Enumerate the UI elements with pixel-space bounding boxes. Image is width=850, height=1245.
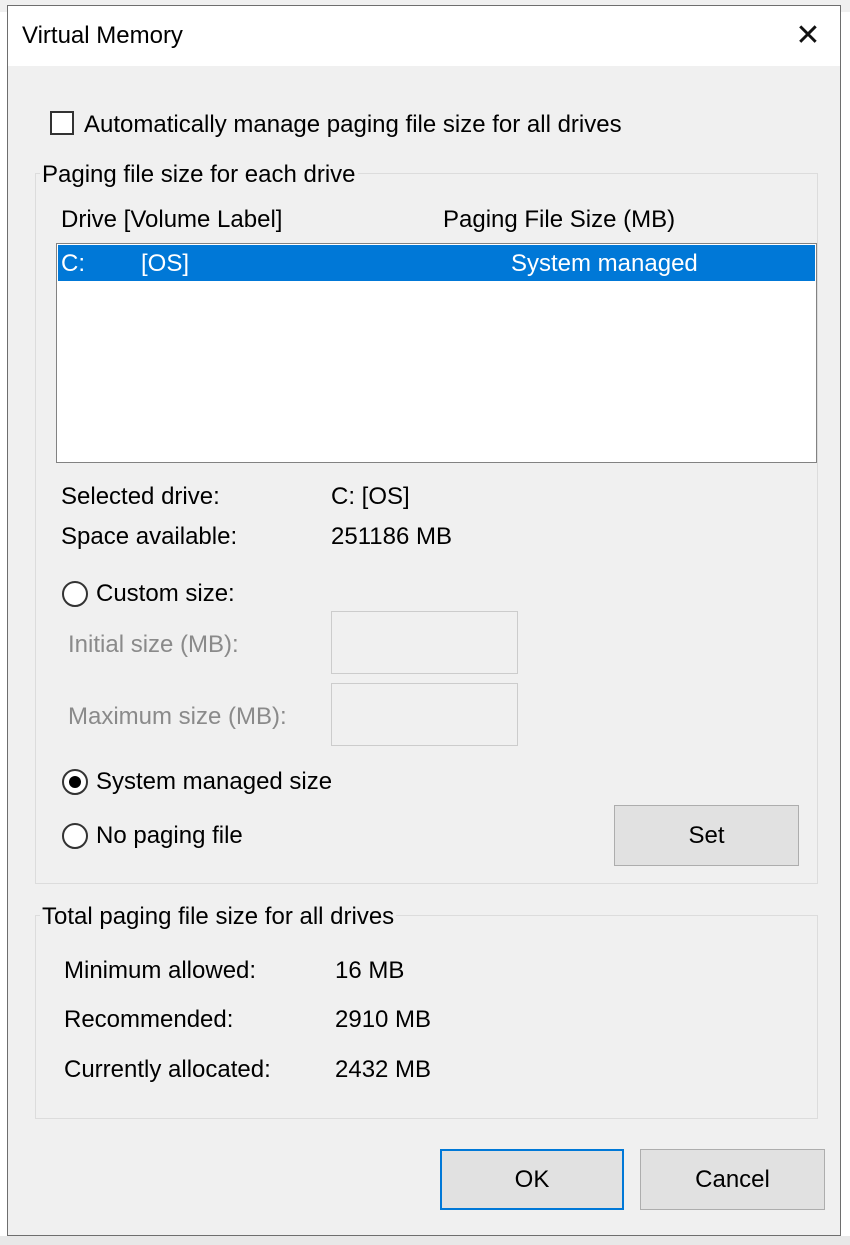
radio-selected-dot (69, 776, 81, 788)
auto-manage-label[interactable]: Automatically manage paging file size fo… (84, 111, 622, 139)
initial-size-label: Initial size (MB): (68, 631, 239, 658)
system-managed-label[interactable]: System managed size (96, 768, 332, 796)
minimum-allowed-value: 16 MB (335, 957, 405, 984)
recommended-label: Recommended: (64, 1006, 234, 1033)
currently-allocated-value: 2432 MB (335, 1056, 432, 1083)
paging-file-group-legend: Paging file size for each drive (40, 161, 358, 189)
no-paging-file-radio[interactable] (62, 823, 88, 849)
custom-size-label[interactable]: Custom size: (96, 580, 235, 608)
virtual-memory-dialog: Virtual Memory ✕ Automatically manage pa… (7, 5, 841, 1236)
initial-size-input[interactable] (331, 611, 518, 674)
maximum-size-input[interactable] (331, 683, 518, 746)
drive-letter: C: (61, 250, 85, 277)
selected-drive-label: Selected drive: (61, 483, 220, 510)
totals-group-legend: Total paging file size for all drives (40, 903, 397, 931)
maximum-size-label: Maximum size (MB): (68, 703, 287, 730)
ok-button[interactable]: OK (440, 1149, 624, 1210)
selected-drive-value: C: [OS] (331, 483, 410, 510)
drive-listbox[interactable]: C: [OS] System managed (56, 243, 817, 463)
set-button[interactable]: Set (614, 805, 799, 866)
minimum-allowed-label: Minimum allowed: (64, 957, 257, 984)
space-available-label: Space available: (61, 523, 238, 550)
space-available-value: 251186 MB (331, 523, 452, 550)
auto-manage-checkbox[interactable] (50, 111, 74, 135)
ok-button-label: OK (514, 1166, 550, 1193)
column-header-drive: Drive [Volume Label] (61, 206, 283, 233)
cancel-button-label: Cancel (695, 1166, 770, 1193)
recommended-value: 2910 MB (335, 1006, 432, 1033)
custom-size-radio[interactable] (62, 581, 88, 607)
background-window-bottom (0, 1236, 850, 1245)
currently-allocated-label: Currently allocated: (64, 1056, 271, 1083)
column-header-paging-size: Paging File Size (MB) (443, 206, 676, 233)
cancel-button[interactable]: Cancel (640, 1149, 825, 1210)
set-button-label: Set (688, 822, 725, 849)
dialog-title: Virtual Memory (22, 22, 183, 49)
no-paging-file-label[interactable]: No paging file (96, 822, 243, 850)
drive-row-c[interactable]: C: [OS] System managed (58, 245, 815, 281)
drive-paging-size: System managed (511, 250, 698, 277)
drive-volume-label: [OS] (141, 250, 190, 277)
system-managed-radio[interactable] (62, 769, 88, 795)
title-bar[interactable]: Virtual Memory ✕ (8, 6, 840, 66)
close-icon[interactable]: ✕ (788, 16, 828, 56)
